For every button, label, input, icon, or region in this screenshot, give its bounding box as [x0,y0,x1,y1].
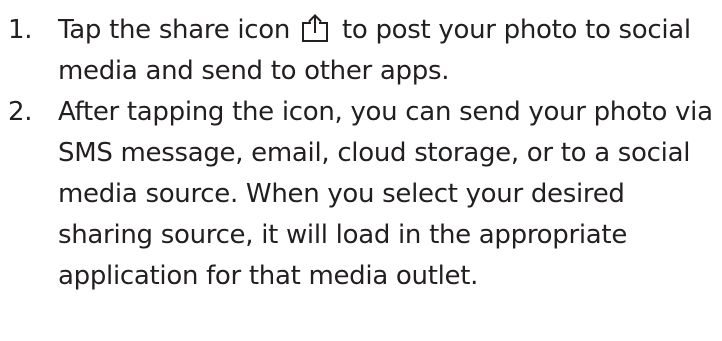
step-1: 1. Tap the share icon to post your photo… [0,10,722,92]
share-icon [300,13,330,43]
step-text: After tapping the icon, you can send you… [58,97,713,291]
step-2: 2. After tapping the icon, you can send … [0,92,722,297]
step-text-before-icon: Tap the share icon [58,15,291,45]
step-number: 2. [8,97,33,127]
step-number: 1. [8,15,33,45]
instruction-steps: 1. Tap the share icon to post your photo… [0,10,722,297]
